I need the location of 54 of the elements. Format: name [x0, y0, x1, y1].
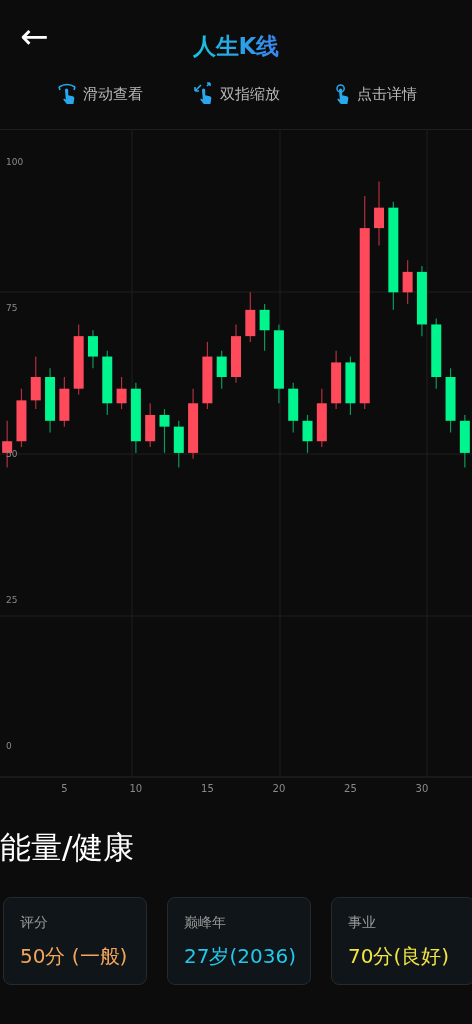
candlestick[interactable] [402, 259, 413, 305]
candlestick[interactable] [116, 376, 127, 410]
back-button[interactable]: ← [18, 18, 51, 54]
axis-tick-label: 10 [129, 783, 143, 794]
candlestick[interactable] [445, 367, 456, 434]
candlestick[interactable] [173, 420, 184, 469]
candlestick[interactable] [145, 402, 156, 448]
swipe-hand-icon [55, 82, 78, 106]
candlestick[interactable] [259, 303, 270, 352]
candlestick[interactable] [73, 323, 84, 396]
candlestick[interactable] [159, 408, 170, 454]
stat-label: 事业 [348, 913, 376, 932]
candlestick[interactable] [359, 195, 370, 410]
candlestick[interactable] [231, 323, 241, 384]
candlestick[interactable] [45, 367, 56, 434]
candlestick[interactable] [130, 382, 141, 454]
axis-tick-label: 5 [61, 783, 68, 794]
candlestick[interactable] [59, 376, 70, 428]
candlestick[interactable] [102, 350, 113, 416]
candlestick[interactable] [87, 329, 98, 369]
candlestick[interactable] [416, 265, 427, 337]
hint-text: 点击详情 [356, 84, 417, 104]
stat-value: 27岁(2036) [184, 943, 296, 970]
candlestick[interactable] [331, 350, 342, 410]
axis-tick-label: 25 [6, 594, 18, 605]
stat-value: 70分(良好) [348, 943, 450, 970]
candlestick[interactable] [345, 355, 356, 416]
hint-text: 双指缩放 [219, 84, 280, 104]
candlestick[interactable] [288, 382, 299, 434]
candlestick[interactable] [216, 350, 227, 390]
candlestick[interactable] [30, 355, 41, 410]
hint-text: 滑动查看 [82, 84, 143, 104]
candlestick[interactable] [302, 414, 313, 454]
candlestick[interactable] [16, 388, 27, 448]
axis-tick-label: 100 [6, 156, 24, 167]
axis-tick-label: 20 [272, 783, 286, 794]
stat-label: 巅峰年 [184, 913, 226, 932]
stat-label: 评分 [20, 913, 48, 932]
candlestick[interactable] [316, 388, 327, 448]
axis-tick-label: 15 [201, 783, 214, 794]
axis-tick-label: 75 [6, 302, 18, 313]
section-title: 能量/健康 [0, 828, 136, 867]
candlestick[interactable] [245, 291, 256, 343]
candlestick[interactable] [388, 201, 399, 311]
axis-tick-label: 30 [415, 783, 429, 794]
candlestick[interactable] [459, 414, 470, 469]
candlestick[interactable] [374, 180, 385, 247]
axis-tick-label: 25 [344, 783, 357, 794]
candlestick[interactable] [188, 388, 199, 460]
candlestick[interactable] [431, 318, 442, 390]
stat-value: 50分 (一般) [20, 943, 128, 970]
candlestick[interactable] [273, 323, 284, 404]
candlestick[interactable] [202, 341, 213, 410]
axis-tick-label: 0 [6, 740, 12, 751]
